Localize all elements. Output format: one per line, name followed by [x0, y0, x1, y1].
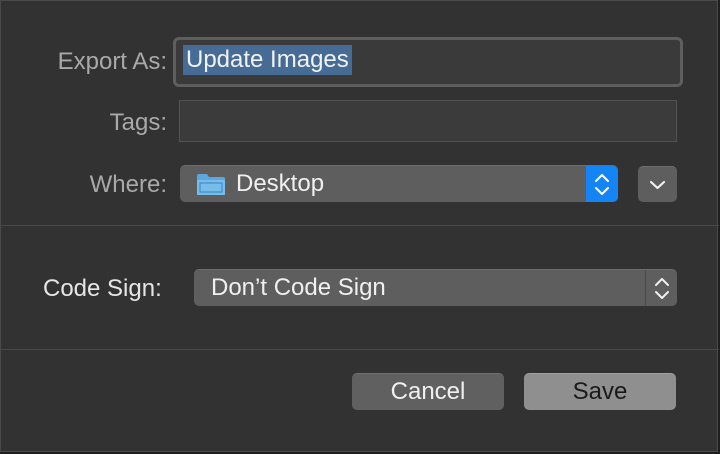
tags-label: Tags: [109, 109, 167, 136]
section-divider [1, 349, 719, 350]
code-sign-stepper[interactable] [645, 270, 677, 306]
save-button[interactable]: Save [524, 373, 676, 410]
chevron-updown-icon [655, 278, 669, 299]
export-as-field[interactable]: Update Images [173, 37, 683, 87]
chevron-updown-icon [595, 174, 609, 195]
folder-icon [197, 174, 225, 195]
where-popup[interactable]: Desktop [180, 165, 618, 202]
chevron-down-icon [649, 180, 666, 190]
tags-field[interactable] [179, 100, 677, 142]
code-sign-value: Don’t Code Sign [211, 274, 386, 301]
where-stepper[interactable] [586, 166, 618, 202]
code-sign-label: Code Sign: [43, 275, 162, 302]
export-as-label: Export As: [57, 48, 167, 75]
where-label: Where: [89, 171, 167, 198]
expand-browser-button[interactable] [638, 166, 677, 202]
code-sign-popup[interactable]: Don’t Code Sign [194, 269, 677, 306]
export-as-value: Update Images [183, 45, 352, 75]
export-sheet: Export As: Update Images Tags: Where: De… [0, 0, 719, 452]
section-divider [1, 225, 719, 226]
where-value: Desktop [236, 170, 325, 197]
cancel-button[interactable]: Cancel [352, 373, 504, 410]
